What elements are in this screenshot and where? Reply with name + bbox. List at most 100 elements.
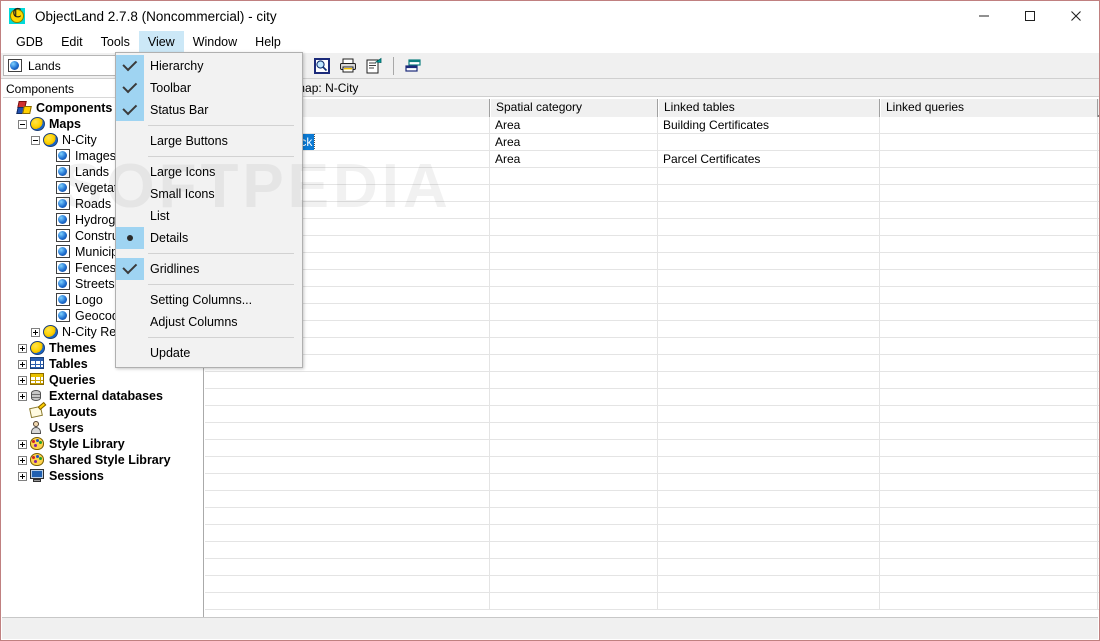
table-cell-empty[interactable]	[490, 542, 658, 558]
table-cell-empty[interactable]	[658, 202, 880, 218]
tree-item-users[interactable]: Users	[3, 420, 203, 436]
table-cell-empty[interactable]	[658, 219, 880, 235]
view-dropdown-menu[interactable]: Hierarchy Toolbar Status Bar Large Buttons L…	[115, 52, 303, 368]
table-cell-empty[interactable]	[658, 559, 880, 575]
print-icon[interactable]	[336, 55, 360, 77]
table-cell-empty[interactable]	[490, 270, 658, 286]
table-cell-empty[interactable]	[658, 304, 880, 320]
tree-item-queries[interactable]: Queries	[3, 372, 203, 388]
table-cell[interactable]	[880, 117, 1098, 133]
table-cell-empty[interactable]	[658, 423, 880, 439]
table-cell-empty[interactable]	[490, 185, 658, 201]
table-cell-empty[interactable]	[658, 389, 880, 405]
collapse-minus-icon[interactable]	[18, 119, 27, 129]
table-cell-empty[interactable]	[490, 253, 658, 269]
table-row-empty[interactable]	[205, 219, 1099, 236]
table-cell-empty[interactable]	[490, 440, 658, 456]
table-row-empty[interactable]	[205, 525, 1099, 542]
table-cell-empty[interactable]	[658, 406, 880, 422]
table-cell[interactable]: Area	[490, 151, 658, 167]
table-cell[interactable]	[880, 151, 1098, 167]
table-cell-empty[interactable]	[658, 474, 880, 490]
table-cell-empty[interactable]	[658, 338, 880, 354]
table-cell-empty[interactable]	[880, 542, 1098, 558]
table-cell-empty[interactable]	[490, 168, 658, 184]
table-row-empty[interactable]	[205, 457, 1099, 474]
table-cell[interactable]	[880, 134, 1098, 150]
table-cell-empty[interactable]	[880, 168, 1098, 184]
menu-gdb[interactable]: GDB	[7, 31, 52, 53]
table-cell-empty[interactable]	[880, 389, 1098, 405]
table-row-empty[interactable]	[205, 185, 1099, 202]
table-cell-empty[interactable]	[490, 304, 658, 320]
menu-item-list[interactable]: List	[116, 205, 302, 227]
expand-plus-icon[interactable]	[18, 359, 27, 369]
table-cell-empty[interactable]	[658, 440, 880, 456]
menu-item-large-buttons[interactable]: Large Buttons	[116, 130, 302, 152]
table-cell-empty[interactable]	[880, 270, 1098, 286]
table-row-empty[interactable]	[205, 474, 1099, 491]
table-cell-empty[interactable]	[658, 321, 880, 337]
table-row-empty[interactable]	[205, 202, 1099, 219]
table-row-empty[interactable]	[205, 355, 1099, 372]
table-cell-empty[interactable]	[658, 525, 880, 541]
menu-tools[interactable]: Tools	[92, 31, 139, 53]
table-cell-empty[interactable]	[880, 508, 1098, 524]
menu-item-gridlines[interactable]: Gridlines	[116, 258, 302, 280]
table-cell-empty[interactable]	[658, 270, 880, 286]
table-cell-empty[interactable]	[658, 287, 880, 303]
table-cell-empty[interactable]	[490, 525, 658, 541]
table-cell-empty[interactable]	[880, 559, 1098, 575]
menu-help[interactable]: Help	[246, 31, 290, 53]
table-row-empty[interactable]	[205, 440, 1099, 457]
table-cell-empty[interactable]	[205, 525, 490, 541]
table-row-empty[interactable]	[205, 389, 1099, 406]
table-cell-empty[interactable]	[490, 457, 658, 473]
menu-item-setting-columns[interactable]: Setting Columns...	[116, 289, 302, 311]
table-cell-empty[interactable]	[658, 168, 880, 184]
menu-item-toolbar[interactable]: Toolbar	[116, 77, 302, 99]
expand-plus-icon[interactable]	[31, 327, 40, 337]
table-row-empty[interactable]	[205, 338, 1099, 355]
menu-item-status-bar[interactable]: Status Bar	[116, 99, 302, 121]
table-cell-empty[interactable]	[658, 355, 880, 371]
menu-view[interactable]: View	[138, 31, 184, 53]
table-cell-empty[interactable]	[880, 287, 1098, 303]
table-cell-empty[interactable]	[205, 508, 490, 524]
menu-item-large-icons[interactable]: Large Icons	[116, 161, 302, 183]
expand-plus-icon[interactable]	[18, 471, 27, 481]
table-row-empty[interactable]	[205, 542, 1099, 559]
table-cell-empty[interactable]	[205, 474, 490, 490]
table-row-empty[interactable]	[205, 321, 1099, 338]
table-row-empty[interactable]	[205, 270, 1099, 287]
table-row-empty[interactable]	[205, 559, 1099, 576]
table-cell-empty[interactable]	[880, 219, 1098, 235]
menu-window[interactable]: Window	[184, 31, 246, 53]
table-cell-empty[interactable]	[880, 304, 1098, 320]
table-cell-empty[interactable]	[490, 406, 658, 422]
collapse-minus-icon[interactable]	[31, 135, 40, 145]
menu-item-update[interactable]: Update	[116, 342, 302, 364]
table-cell-empty[interactable]	[490, 372, 658, 388]
table-cell[interactable]: Area	[490, 117, 658, 133]
table-cell-empty[interactable]	[658, 593, 880, 609]
table-cell-empty[interactable]	[205, 406, 490, 422]
table-cell-empty[interactable]	[658, 236, 880, 252]
table-row-empty[interactable]	[205, 491, 1099, 508]
table-cell-empty[interactable]	[880, 338, 1098, 354]
table-cell-empty[interactable]	[880, 406, 1098, 422]
expand-plus-icon[interactable]	[18, 343, 27, 353]
table-row-empty[interactable]	[205, 576, 1099, 593]
tree-item-style-library[interactable]: Style Library	[3, 436, 203, 452]
menu-edit[interactable]: Edit	[52, 31, 92, 53]
table-cell-empty[interactable]	[880, 593, 1098, 609]
table-cell-empty[interactable]	[205, 542, 490, 558]
table-cell-empty[interactable]	[880, 202, 1098, 218]
table-cell-empty[interactable]	[880, 236, 1098, 252]
table-cell-empty[interactable]	[490, 219, 658, 235]
table-row-empty[interactable]	[205, 593, 1099, 610]
table-cell-empty[interactable]	[490, 338, 658, 354]
table-cell-empty[interactable]	[880, 491, 1098, 507]
table-cell-empty[interactable]	[658, 508, 880, 524]
table-cell-empty[interactable]	[490, 202, 658, 218]
